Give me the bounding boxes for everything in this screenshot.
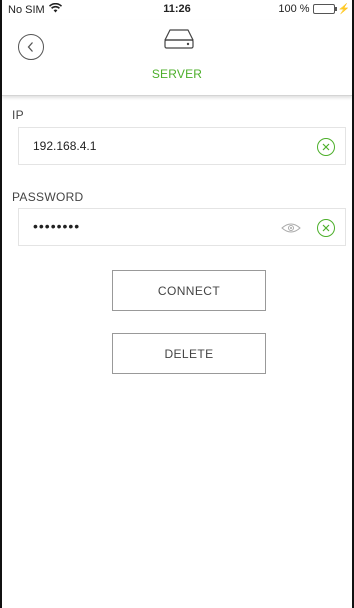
battery-percent: 100 % (278, 3, 310, 15)
page-title: SERVER (151, 67, 203, 81)
eye-icon (281, 223, 301, 233)
clear-password-button[interactable] (317, 219, 335, 237)
battery-icon (312, 4, 337, 14)
charging-icon: ⚡ (337, 3, 350, 15)
connect-button[interactable]: CONNECT (112, 270, 266, 311)
chevron-left-icon (27, 42, 33, 52)
ip-value[interactable]: 192.168.4.1 (33, 139, 96, 153)
delete-button[interactable]: DELETE (112, 333, 266, 374)
password-field[interactable]: •••••••• (18, 208, 346, 246)
clear-icon (322, 224, 330, 232)
password-label: PASSWORD (12, 190, 84, 204)
battery-group: 100 % ⚡ (278, 3, 350, 15)
ip-field[interactable]: 192.168.4.1 (18, 127, 346, 165)
password-value[interactable]: •••••••• (33, 218, 80, 234)
hard-drive-icon (164, 29, 194, 49)
app-screen: No SIM 11:26 100 % ⚡ SERVER IP 192.168.4… (0, 0, 354, 608)
nav-bar: SERVER (2, 20, 352, 96)
ip-label: IP (12, 108, 24, 122)
status-bar: No SIM 11:26 100 % ⚡ (2, 0, 352, 20)
toggle-password-button[interactable] (281, 221, 301, 235)
clear-ip-button[interactable] (317, 138, 335, 156)
back-button[interactable] (18, 34, 44, 60)
clear-icon (322, 143, 330, 151)
